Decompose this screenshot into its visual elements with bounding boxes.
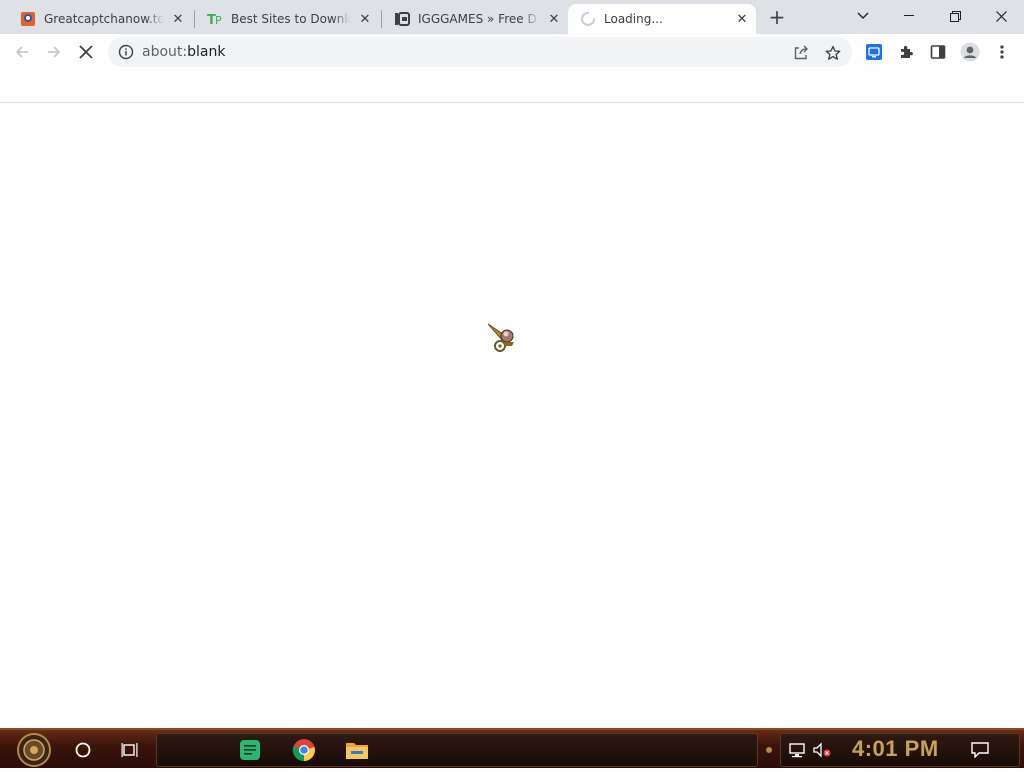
tp-favicon-icon: TP xyxy=(207,11,223,27)
tab-greatcaptchanow[interactable]: Greatcaptchanow.top ✕ xyxy=(8,4,192,34)
minimize-icon xyxy=(904,15,914,16)
tab-title: IGGGAMES » Free D xyxy=(418,12,537,26)
back-arrow-icon xyxy=(15,46,28,58)
new-tab-button[interactable]: + xyxy=(764,5,790,29)
tab-strip: Greatcaptchanow.top ✕ TP Best Sites to D… xyxy=(0,0,1024,34)
forward-button[interactable] xyxy=(38,36,70,68)
chevron-down-icon xyxy=(857,12,869,19)
network-icon xyxy=(789,743,805,758)
tab-best-sites[interactable]: TP Best Sites to Download ✕ xyxy=(195,4,379,34)
taskbar-file-explorer[interactable] xyxy=(341,734,373,766)
tab-title: Loading... xyxy=(604,12,663,26)
back-button[interactable] xyxy=(6,36,38,68)
file-explorer-icon xyxy=(346,743,368,759)
taskbar: 4:01 PM xyxy=(0,728,1024,768)
tab-loading[interactable]: Loading... ✕ xyxy=(568,4,756,34)
captcha-favicon-icon xyxy=(20,11,36,27)
info-icon[interactable] xyxy=(118,44,134,60)
url-path: blank xyxy=(187,44,226,60)
minimize-button[interactable] xyxy=(886,0,932,32)
extensions-puzzle-icon[interactable] xyxy=(896,42,916,62)
taskbar-notes-app[interactable] xyxy=(234,734,266,766)
address-text[interactable]: about:blank xyxy=(142,44,225,60)
task-view-icon xyxy=(121,743,138,757)
profile-avatar-icon[interactable] xyxy=(960,42,980,62)
igg-favicon-icon xyxy=(394,11,410,27)
restore-icon xyxy=(949,10,961,22)
start-button[interactable] xyxy=(10,732,58,768)
address-bar[interactable]: about:blank xyxy=(108,37,852,67)
page-content xyxy=(0,104,1024,728)
extension-screen-icon[interactable] xyxy=(864,42,884,62)
menu-kebab-icon[interactable] xyxy=(992,42,1012,62)
tab-search-button[interactable] xyxy=(840,0,886,32)
close-tab-icon[interactable]: ✕ xyxy=(734,11,750,27)
tab-title: Best Sites to Download xyxy=(231,12,351,26)
close-tab-icon[interactable]: ✕ xyxy=(546,11,562,27)
close-tab-icon[interactable]: ✕ xyxy=(170,11,186,27)
stop-x-icon xyxy=(79,45,93,59)
notes-app-icon xyxy=(240,740,260,760)
cortana-icon xyxy=(75,742,91,758)
taskbar-clock[interactable]: 4:01 PM xyxy=(852,736,939,762)
chrome-icon xyxy=(292,739,315,762)
bookmarks-bar xyxy=(0,71,1024,103)
restore-button[interactable] xyxy=(932,0,978,32)
close-window-button[interactable] xyxy=(978,0,1024,32)
cortana-button[interactable] xyxy=(67,734,99,766)
bookmark-star-icon[interactable] xyxy=(824,44,842,62)
task-view-button[interactable] xyxy=(114,734,146,766)
taskbar-chrome[interactable] xyxy=(288,734,320,766)
side-panel-icon[interactable] xyxy=(928,42,948,62)
show-hidden-icons[interactable] xyxy=(760,734,778,766)
steampunk-cursor-icon xyxy=(487,323,514,352)
tab-title: Greatcaptchanow.top xyxy=(44,12,164,26)
forward-arrow-icon xyxy=(48,46,61,58)
share-icon[interactable] xyxy=(792,44,810,62)
action-center-button[interactable] xyxy=(964,734,996,766)
steampunk-start-icon xyxy=(17,733,51,767)
url-scheme: about: xyxy=(142,44,188,60)
volume-button[interactable] xyxy=(806,734,838,766)
notification-icon xyxy=(971,742,989,758)
chevron-up-icon xyxy=(766,747,772,753)
stop-loading-button[interactable] xyxy=(70,36,102,68)
volume-muted-icon xyxy=(813,742,831,758)
browser-toolbar: about:blank xyxy=(0,34,1024,71)
loading-spinner-icon xyxy=(580,11,596,27)
close-icon xyxy=(995,10,1007,22)
close-tab-icon[interactable]: ✕ xyxy=(357,11,373,27)
tab-igggames[interactable]: IGGGAMES » Free D ✕ xyxy=(382,4,568,34)
svg-text:P: P xyxy=(215,14,222,27)
